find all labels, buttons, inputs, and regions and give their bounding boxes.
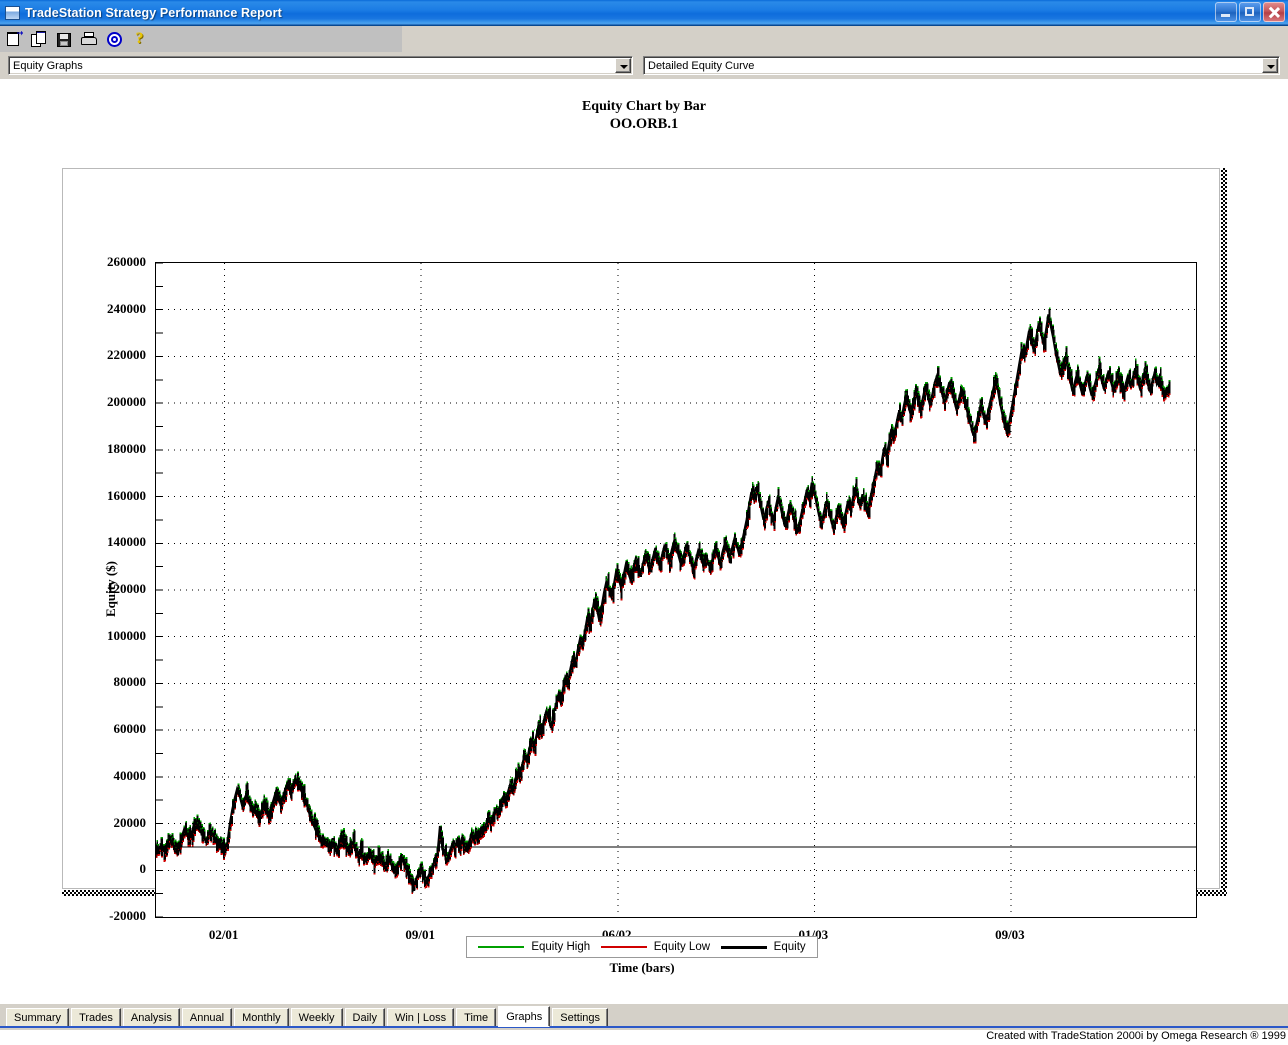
y-axis-tick-label: 200000 (107, 394, 146, 410)
statusbar: Created with TradeStation 2000i by Omega… (0, 1030, 1288, 1045)
tab-win-loss[interactable]: Win | Loss (386, 1008, 455, 1027)
report-tabbar: Summary Trades Analysis Annual Monthly Weekly… (0, 1004, 1288, 1030)
chart-resize-handle-right[interactable] (1221, 168, 1227, 896)
help-icon[interactable]: ? (131, 30, 148, 48)
report-properties-icon[interactable] (6, 31, 23, 48)
category-dropdown-value: Equity Graphs (13, 59, 83, 72)
y-axis-tick-label: 160000 (107, 487, 146, 503)
window-controls (1215, 2, 1285, 22)
window-titlebar[interactable]: TradeStation Strategy Performance Report (0, 0, 1288, 26)
y-axis-tick-label: 180000 (107, 440, 146, 456)
target-icon[interactable] (106, 31, 123, 48)
legend-label: Equity Low (653, 941, 711, 953)
equity-chart-object[interactable]: Equity ($) 260000 240000 220000 200000 18000… (62, 168, 1227, 975)
tab-graphs[interactable]: Graphs (498, 1006, 551, 1027)
tab-time[interactable]: Time (456, 1008, 497, 1027)
category-dropdown[interactable]: Equity Graphs (8, 56, 633, 75)
tab-monthly[interactable]: Monthly (234, 1008, 289, 1027)
chart-panel: Equity ($) 260000 240000 220000 200000 18000… (62, 168, 1220, 975)
legend-swatch (478, 946, 525, 948)
toolbar-buttons: ? (0, 26, 402, 52)
x-axis-tick-label: 09/01 (405, 927, 435, 942)
y-axis-tick-label: 260000 (107, 254, 146, 269)
tab-analysis[interactable]: Analysis (122, 1008, 180, 1027)
legend-swatch (600, 946, 647, 948)
print-icon[interactable] (81, 31, 98, 48)
y-axis-tick-label: 40000 (113, 767, 147, 783)
legend-item: Equity (720, 941, 806, 953)
x-axis-tick-label: 09/03 (995, 927, 1025, 942)
x-axis-title: Time (bars) (609, 960, 675, 975)
window-title: TradeStation Strategy Performance Report (25, 5, 282, 20)
copy-icon[interactable] (31, 30, 48, 48)
minimize-button[interactable] (1215, 2, 1237, 22)
chevron-down-icon[interactable] (615, 58, 631, 73)
chart-legend: Equity High Equity Low Equity (466, 936, 818, 958)
y-axis-tick-label: 20000 (113, 814, 147, 830)
tab-settings[interactable]: Settings (552, 1008, 609, 1027)
tab-trades[interactable]: Trades (71, 1008, 121, 1027)
legend-item: Equity Low (600, 941, 711, 953)
tab-summary[interactable]: Summary (6, 1008, 70, 1027)
save-icon[interactable] (56, 31, 73, 48)
y-axis-tick-label: 240000 (107, 300, 146, 316)
window-icon (5, 5, 20, 20)
tab-annual[interactable]: Annual (181, 1008, 233, 1027)
tab-daily[interactable]: Daily (344, 1008, 385, 1027)
report-client-area: Equity Chart by Bar OO.ORB.1 Equity ($) … (0, 79, 1288, 1004)
report-tabs: Summary Trades Analysis Annual Monthly Weekly… (6, 1006, 609, 1027)
legend-label: Equity (773, 941, 806, 953)
y-axis-tick-label: 120000 (107, 581, 146, 596)
legend-swatch (720, 945, 767, 949)
y-axis-tick-label: 100000 (107, 627, 146, 643)
toolbar: ? (0, 26, 1288, 52)
y-axis-tick-label: 220000 (107, 347, 146, 363)
restore-button[interactable] (1239, 2, 1261, 22)
y-axis-tick-label: 60000 (113, 721, 147, 737)
selector-row: Equity Graphs Detailed Equity Curve (0, 52, 1288, 79)
x-axis-tick-label: 02/01 (208, 927, 239, 942)
plot-area (155, 262, 1197, 918)
tab-weekly[interactable]: Weekly (290, 1008, 343, 1027)
legend-item: Equity High (478, 941, 590, 953)
y-axis-tick-label: 0 (139, 861, 147, 877)
graph-dropdown-value: Detailed Equity Curve (648, 59, 755, 72)
chevron-down-icon[interactable] (1262, 58, 1278, 73)
chart-subtitle: OO.ORB.1 (609, 116, 679, 132)
close-button[interactable] (1263, 2, 1285, 22)
legend-label: Equity High (531, 941, 591, 953)
graph-dropdown[interactable]: Detailed Equity Curve (643, 56, 1280, 75)
chart-canvas (156, 263, 1196, 917)
y-axis-tick-label: 80000 (113, 674, 147, 690)
statusbar-text: Created with TradeStation 2000i by Omega… (986, 1030, 1286, 1042)
chart-title: Equity Chart by Bar (581, 99, 707, 114)
y-axis-tick-label: -20000 (109, 908, 146, 923)
y-axis-tick-label: 140000 (107, 534, 146, 550)
